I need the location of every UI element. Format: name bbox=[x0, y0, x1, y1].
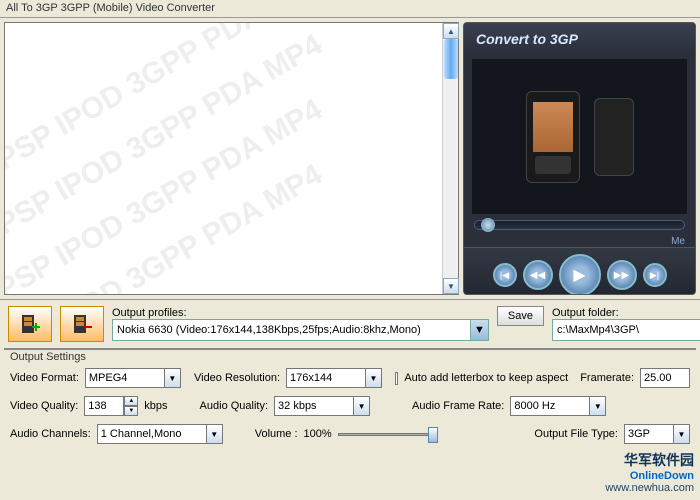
output-file-type-select[interactable] bbox=[624, 424, 674, 444]
video-format-label: Video Format: bbox=[10, 372, 79, 384]
chevron-down-icon[interactable]: ▼ bbox=[674, 424, 690, 444]
spin-up-icon[interactable]: ▲ bbox=[124, 396, 138, 406]
video-resolution-select[interactable] bbox=[286, 368, 366, 388]
volume-slider[interactable] bbox=[338, 424, 438, 444]
watermark-text: PSP IPOD 3GPP PDA MP4 bbox=[5, 28, 328, 242]
slider-track bbox=[338, 433, 438, 436]
video-format-select[interactable] bbox=[85, 368, 165, 388]
chevron-down-icon[interactable]: ▼ bbox=[590, 396, 606, 416]
auto-letterbox-label: Auto add letterbox to keep aspect bbox=[404, 372, 568, 384]
video-resolution-label: Video Resolution: bbox=[194, 372, 280, 384]
output-profiles-combo[interactable] bbox=[112, 319, 471, 341]
output-profiles-group: Output profiles: ▼ bbox=[112, 307, 489, 341]
seek-bar[interactable] bbox=[474, 220, 685, 230]
spin-down-icon[interactable]: ▼ bbox=[124, 406, 138, 416]
mid-toolbar: Output profiles: ▼ Save Output folder: B… bbox=[0, 300, 700, 348]
settings-row-1: Video Format: ▼ Video Resolution: ▼ Auto… bbox=[4, 364, 696, 392]
watermark-text: PSP IPOD 3GPP PDA MP4 bbox=[5, 158, 328, 294]
settings-row-3: Audio Channels: ▼ Volume : 100% Output F… bbox=[4, 420, 696, 448]
remove-file-button[interactable] bbox=[60, 306, 104, 342]
chevron-down-icon[interactable]: ▼ bbox=[471, 319, 489, 341]
kbps-unit: kbps bbox=[144, 400, 167, 412]
framerate-label: Framerate: bbox=[580, 372, 634, 384]
preview-panel: Convert to 3GP Me |◀ ◀◀ ▶ ▶▶ ▶| bbox=[463, 22, 696, 295]
vertical-scrollbar[interactable]: ▲ ▼ bbox=[442, 23, 458, 294]
save-button[interactable]: Save bbox=[497, 306, 544, 326]
output-file-type-label: Output File Type: bbox=[534, 428, 618, 440]
watermark-text: PSP IPOD 3GPP PDA MP4 bbox=[5, 23, 328, 177]
scroll-down-arrow[interactable]: ▼ bbox=[443, 278, 459, 294]
output-folder-input[interactable] bbox=[552, 319, 700, 341]
seek-thumb[interactable] bbox=[481, 218, 495, 232]
watermark-text: PSP IPOD 3GPP PDA MP4 bbox=[5, 93, 328, 294]
play-button[interactable]: ▶ bbox=[559, 254, 601, 295]
film-plus-icon bbox=[18, 312, 42, 336]
scroll-thumb[interactable] bbox=[444, 39, 458, 79]
audio-frame-rate-select[interactable] bbox=[510, 396, 590, 416]
output-settings-legend: Output Settings bbox=[10, 351, 86, 363]
device-image-phone bbox=[594, 98, 634, 176]
file-list[interactable]: PSP IPOD 3GPP PDA MP4 PSP IPOD 3GPP PDA … bbox=[5, 23, 442, 294]
film-minus-icon bbox=[70, 312, 94, 336]
chevron-down-icon[interactable]: ▼ bbox=[165, 368, 181, 388]
scroll-up-arrow[interactable]: ▲ bbox=[443, 23, 459, 39]
prev-button[interactable]: |◀ bbox=[493, 263, 517, 287]
output-folder-group: Output folder: Bro bbox=[552, 307, 692, 341]
next-button[interactable]: ▶| bbox=[643, 263, 667, 287]
preview-title: Convert to 3GP bbox=[464, 23, 695, 55]
rewind-button[interactable]: ◀◀ bbox=[523, 260, 553, 290]
audio-quality-select[interactable] bbox=[274, 396, 354, 416]
output-folder-label: Output folder: bbox=[552, 307, 692, 319]
add-file-button[interactable] bbox=[8, 306, 52, 342]
audio-channels-select[interactable] bbox=[97, 424, 207, 444]
forward-button[interactable]: ▶▶ bbox=[607, 260, 637, 290]
site-watermark: 华军软件园 OnlineDown www.newhua.com bbox=[605, 450, 694, 494]
chevron-down-icon[interactable]: ▼ bbox=[207, 424, 223, 444]
video-quality-spinner[interactable] bbox=[84, 396, 124, 416]
settings-row-2: Video Quality: ▲▼ kbps Audio Quality: ▼ … bbox=[4, 392, 696, 420]
volume-label: Volume : bbox=[255, 428, 298, 440]
audio-frame-rate-label: Audio Frame Rate: bbox=[412, 400, 504, 412]
media-label: Me bbox=[464, 236, 695, 247]
watermark-brand: OnlineDown bbox=[630, 470, 694, 482]
player-controls: |◀ ◀◀ ▶ ▶▶ ▶| bbox=[464, 247, 695, 295]
chevron-down-icon[interactable]: ▼ bbox=[354, 396, 370, 416]
slider-thumb[interactable] bbox=[428, 427, 438, 443]
framerate-input[interactable] bbox=[640, 368, 690, 388]
window-title: All To 3GP 3GPP (Mobile) Video Converter bbox=[0, 0, 700, 18]
audio-quality-label: Audio Quality: bbox=[200, 400, 268, 412]
chevron-down-icon[interactable]: ▼ bbox=[366, 368, 382, 388]
output-profiles-label: Output profiles: bbox=[112, 307, 489, 319]
device-image-pda bbox=[526, 91, 580, 183]
watermark-domain: www.newhua.com bbox=[605, 482, 694, 494]
video-quality-label: Video Quality: bbox=[10, 400, 78, 412]
main-area: PSP IPOD 3GPP PDA MP4 PSP IPOD 3GPP PDA … bbox=[0, 18, 700, 300]
volume-value: 100% bbox=[304, 428, 332, 440]
preview-screen bbox=[472, 59, 687, 214]
file-list-container: PSP IPOD 3GPP PDA MP4 PSP IPOD 3GPP PDA … bbox=[4, 22, 459, 295]
watermark-cn: 华军软件园 bbox=[605, 450, 694, 470]
auto-letterbox-checkbox[interactable] bbox=[395, 372, 398, 385]
output-settings-panel: Output Settings Video Format: ▼ Video Re… bbox=[4, 348, 696, 450]
audio-channels-label: Audio Channels: bbox=[10, 428, 91, 440]
